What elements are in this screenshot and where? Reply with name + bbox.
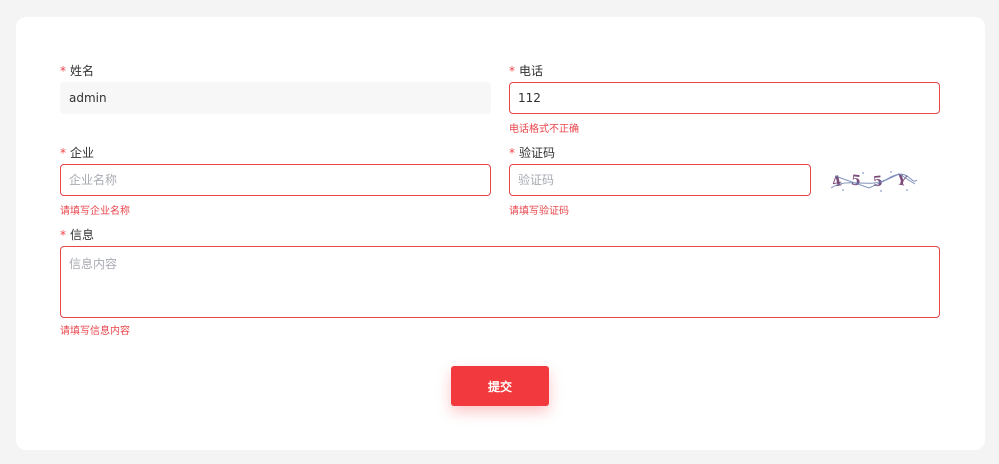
svg-text:5: 5 [850, 173, 861, 190]
company-label-text: 企业 [70, 146, 95, 160]
phone-label: * 电话 [509, 64, 543, 78]
required-mark: * [60, 146, 66, 160]
name-field[interactable] [60, 82, 491, 114]
captcha-label-text: 验证码 [519, 146, 556, 160]
company-field[interactable] [60, 164, 491, 196]
submit-button[interactable]: 提交 [451, 366, 549, 406]
message-textarea[interactable] [60, 246, 940, 318]
captcha-error: 请填写验证码 [509, 206, 569, 217]
phone-field[interactable] [509, 82, 940, 114]
company-error: 请填写企业名称 [60, 206, 130, 217]
required-mark: * [509, 146, 515, 160]
captcha-image[interactable]: 4 5 5 Y [829, 168, 919, 194]
message-error: 请填写信息内容 [60, 326, 130, 337]
company-label: * 企业 [60, 146, 94, 160]
phone-error: 电话格式不正确 [509, 124, 579, 135]
captcha-label: * 验证码 [509, 146, 555, 160]
form-card: * 姓名 * 电话 电话格式不正确 * 企业 请填写企业名称 * 验证码 4 5 5 Y… [16, 17, 985, 450]
required-mark: * [60, 64, 66, 78]
message-label-text: 信息 [70, 228, 95, 242]
phone-label-text: 电话 [519, 64, 544, 78]
svg-text:4: 4 [830, 173, 843, 191]
name-label-text: 姓名 [70, 64, 95, 78]
captcha-field[interactable] [509, 164, 811, 196]
required-mark: * [509, 64, 515, 78]
message-label: * 信息 [60, 228, 94, 242]
required-mark: * [60, 228, 66, 242]
name-label: * 姓名 [60, 64, 94, 78]
